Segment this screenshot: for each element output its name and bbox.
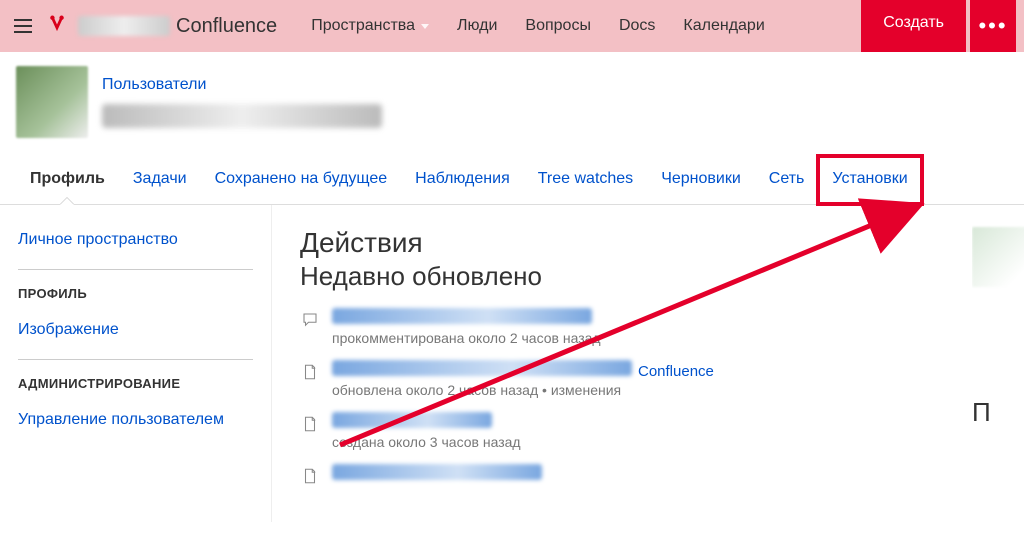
profile-tabs: Профиль Задачи Сохранено на будущее Набл… <box>0 156 1024 205</box>
tab-tasks[interactable]: Задачи <box>119 156 201 204</box>
avatar <box>16 66 88 138</box>
feed-meta: прокомментирована около 2 часов назад <box>332 330 944 346</box>
feed-title-redacted[interactable] <box>332 308 592 324</box>
tab-drafts[interactable]: Черновики <box>647 156 755 204</box>
divider <box>18 269 253 270</box>
feed-title-redacted[interactable] <box>332 412 492 428</box>
nav-spaces-label: Пространства <box>311 17 415 35</box>
nav-user-management[interactable]: Управление пользователем <box>18 405 253 443</box>
app-title-suffix: Confluence <box>176 15 277 38</box>
feed-title-suffix[interactable]: Confluence <box>638 363 714 380</box>
nav-questions[interactable]: Вопросы <box>513 11 603 41</box>
right-heading-partial: П <box>972 397 1024 428</box>
nav-profile-heading: ПРОФИЛЬ <box>18 286 253 301</box>
nav-docs[interactable]: Docs <box>607 11 667 41</box>
tab-network[interactable]: Сеть <box>755 156 819 204</box>
avatar <box>972 227 1024 287</box>
profile-name-redacted <box>102 104 382 128</box>
hamburger-icon[interactable] <box>8 11 38 41</box>
app-logo-icon[interactable] <box>46 15 68 37</box>
more-menu-button[interactable]: ••• <box>970 0 1016 52</box>
page-icon <box>300 466 320 486</box>
feed-item <box>300 464 944 486</box>
tab-watches[interactable]: Наблюдения <box>401 156 524 204</box>
feed-item: создана около 3 часов назад <box>300 412 944 450</box>
page-icon <box>300 362 320 382</box>
feed-meta: создана около 3 часов назад <box>332 434 944 450</box>
nav-people[interactable]: Люди <box>445 11 509 41</box>
create-button[interactable]: Создать <box>861 0 966 52</box>
feed-item: прокомментирована около 2 часов назад <box>300 308 944 346</box>
content-area: Личное пространство ПРОФИЛЬ Изображение … <box>0 205 1024 522</box>
nav-personal-space[interactable]: Личное пространство <box>18 225 253 263</box>
tab-tree-watches[interactable]: Tree watches <box>524 156 647 204</box>
divider <box>18 359 253 360</box>
top-bar: Confluence Пространства Люди Вопросы Doc… <box>0 0 1024 52</box>
main-panel: Действия Недавно обновлено прокомментиро… <box>272 205 972 522</box>
nav-picture[interactable]: Изображение <box>18 315 253 353</box>
left-nav: Личное пространство ПРОФИЛЬ Изображение … <box>0 205 272 522</box>
tab-profile[interactable]: Профиль <box>16 156 119 204</box>
page-icon <box>300 414 320 434</box>
comment-icon <box>300 310 320 330</box>
feed-title-redacted[interactable] <box>332 360 632 376</box>
nav-spaces[interactable]: Пространства <box>299 11 441 41</box>
app-title-redacted <box>78 16 170 36</box>
changes-link[interactable]: изменения <box>542 382 621 398</box>
actions-heading: Действия <box>300 227 944 259</box>
recently-updated-heading: Недавно обновлено <box>300 261 944 292</box>
breadcrumb-users-link[interactable]: Пользователи <box>102 76 382 94</box>
nav-calendars[interactable]: Календари <box>671 11 776 41</box>
tab-settings[interactable]: Установки <box>818 156 921 204</box>
tab-saved[interactable]: Сохранено на будущее <box>201 156 402 204</box>
right-column: П <box>972 205 1024 522</box>
feed-meta: обновлена около 2 часов назад изменения <box>332 382 944 398</box>
feed-title-redacted[interactable] <box>332 464 542 480</box>
chevron-down-icon <box>421 24 429 29</box>
nav-admin-heading: АДМИНИСТРИРОВАНИЕ <box>18 376 253 391</box>
feed-item: Confluence обновлена около 2 часов назад… <box>300 360 944 398</box>
profile-header: Пользователи <box>0 52 1024 156</box>
